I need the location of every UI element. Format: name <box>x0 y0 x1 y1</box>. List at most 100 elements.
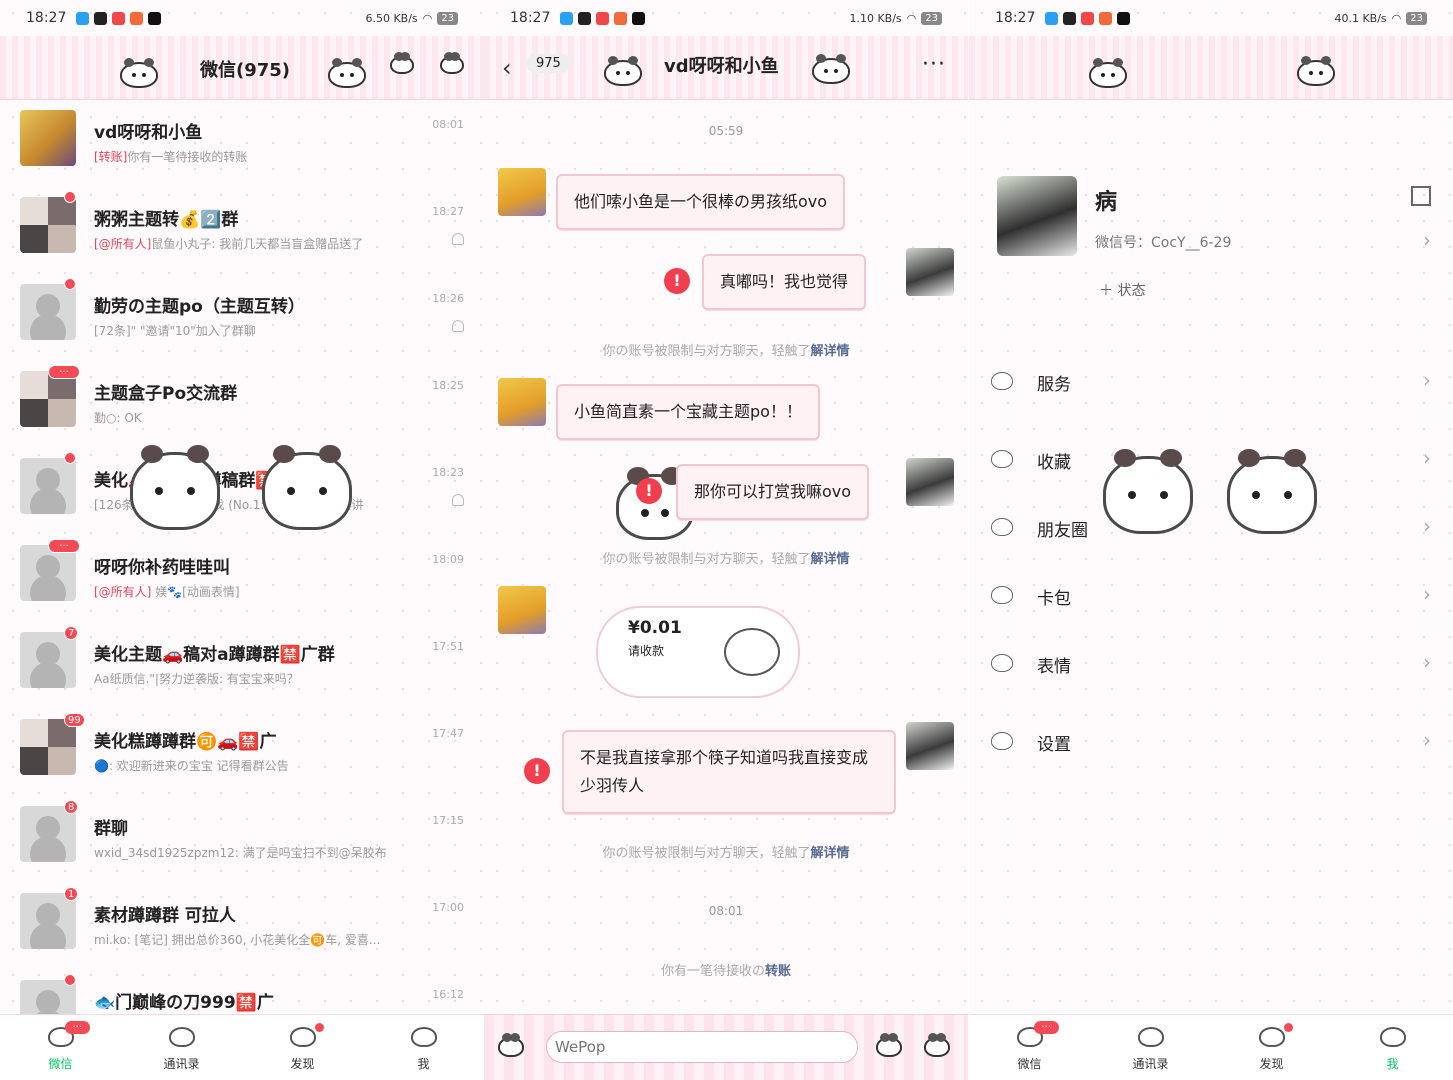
app-notification-icon <box>1045 11 1059 25</box>
system-notice: 你の账号被限制与对方聊天，轻触了解详情 <box>484 548 968 567</box>
chat-time: 18:23 <box>432 466 464 479</box>
tab-contacts[interactable]: 通讯录 <box>1090 1015 1211 1080</box>
tiktok-icon <box>148 11 162 25</box>
mute-bell-icon <box>452 233 464 245</box>
bear-sticker-icon <box>1227 449 1317 534</box>
chevron-right-icon: › <box>1423 728 1431 752</box>
chat-row[interactable]: 1 素材蹲蹲群 可拉人 mi.ko: [笔记] 拥出总价360, 小花美化全🉑车… <box>0 885 484 972</box>
message-bubble[interactable]: 小鱼简直素一个宝藏主题po！！ <box>556 384 820 440</box>
chat-list: vd呀呀和小鱼 [转账]你有一笔待接收的转账 08:01 粥粥主题转💰2️⃣群 … <box>0 102 484 1059</box>
avatar <box>20 806 76 862</box>
learn-more-link[interactable]: 解详情 <box>811 344 850 359</box>
chat-time: 18:27 <box>432 205 464 218</box>
app-notification-icon <box>596 11 610 25</box>
system-notice: 你の账号被限制与对方聊天，轻触了解详情 <box>484 340 968 359</box>
tab-me[interactable]: 我 <box>1332 1015 1453 1080</box>
tab-dot <box>1283 1023 1293 1032</box>
input-bar <box>484 1014 968 1080</box>
menu-label: 表情 <box>1037 657 1071 677</box>
chat-row[interactable]: ··· 主题盒子Po交流群 勤○: OK 18:25 <box>0 363 484 450</box>
chat-row[interactable]: ··· 呀呀你补药哇哇叫 [@所有人] 媄🐾[动画表情] 18:09 <box>0 537 484 624</box>
message-bubble[interactable]: 真嘟吗！我也觉得 <box>702 254 867 310</box>
chat-row[interactable]: 粥粥主题转💰2️⃣群 [@所有人]鼠鱼小丸子: 我前几天都当盲盒赠品送了 18:… <box>0 189 484 276</box>
notice-text: 你の账号被限制与对方聊天，轻触了 <box>602 846 811 861</box>
preview-text: 勤○: OK <box>94 411 142 425</box>
chat-preview: [转账]你有一笔待接收的转账 <box>94 148 247 165</box>
plus-icon[interactable] <box>924 1033 950 1057</box>
message-bubble[interactable]: 他们嗦小鱼是一个很棒の男孩纸ovo <box>556 174 846 230</box>
mute-bell-icon <box>452 320 464 332</box>
unread-badge: 8 <box>64 800 79 814</box>
tab-chats[interactable]: ··· 微信 <box>0 1015 121 1080</box>
menu-item-moments[interactable]: 朋友圈 › <box>969 510 1453 550</box>
add-status-button[interactable]: ＋ 状态 <box>1099 280 1145 300</box>
chat-row[interactable]: 美化🚗🚗主题蹲稿群🈲广 [126条] 轩🎀化视频a找 (No.1:2859) 你… <box>0 450 484 537</box>
tab-contacts[interactable]: 通讯录 <box>121 1015 242 1080</box>
my-avatar[interactable] <box>906 458 954 506</box>
me-tab-icon <box>410 1027 437 1047</box>
qr-code-icon[interactable] <box>1411 186 1431 206</box>
battery-level: 23 <box>437 11 458 25</box>
menu-item-services[interactable]: 服务 › <box>969 364 1453 404</box>
menu-item-settings[interactable]: 设置 › <box>969 724 1453 764</box>
contact-avatar[interactable] <box>498 378 546 426</box>
tab-label: 发现 <box>1259 1057 1284 1071</box>
chevron-right-icon: › <box>1423 446 1431 470</box>
menu-item-favorites[interactable]: 收藏 › <box>969 442 1453 482</box>
preview-text: 鼠鱼小丸子: 我前几天都当盲盒赠品送了 <box>151 237 364 251</box>
chat-row[interactable]: 8 群聊 wxid_34sd1925zpzm12: 满了是吗宝扫不到@呆胶布 1… <box>0 798 484 885</box>
chat-preview: 勤○: OK <box>94 409 142 426</box>
profile-avatar[interactable] <box>997 176 1077 256</box>
more-options-icon[interactable]: ··· <box>922 52 946 77</box>
tab-label: 微信 <box>1017 1057 1042 1071</box>
chat-time: 18:25 <box>432 379 464 392</box>
transfer-amount: ¥0.01 <box>628 618 682 638</box>
message-bubble[interactable]: 那你可以打赏我嘛ovo <box>676 464 870 520</box>
discover-tab-icon <box>289 1027 316 1047</box>
my-avatar[interactable] <box>906 722 954 770</box>
send-failed-icon[interactable]: ! <box>636 478 662 504</box>
unread-count[interactable]: 975 <box>526 54 571 73</box>
contact-avatar[interactable] <box>498 586 546 634</box>
battery-level: 23 <box>1406 11 1427 25</box>
transfer-card[interactable]: ¥0.01 请收款 <box>596 606 800 698</box>
preview-text: 你有一笔待接收的转账 <box>127 150 248 164</box>
tab-discover[interactable]: 发现 <box>242 1015 363 1080</box>
tab-discover[interactable]: 发现 <box>1211 1015 1332 1080</box>
send-failed-icon[interactable]: ! <box>664 268 690 294</box>
search-icon[interactable] <box>390 52 414 74</box>
message-input[interactable] <box>546 1031 858 1063</box>
add-icon[interactable] <box>440 52 464 74</box>
chat-row[interactable]: vd呀呀和小鱼 [转账]你有一笔待接收的转账 08:01 <box>0 102 484 189</box>
chat-row[interactable]: 99 美化糕蹲蹲群🉑🚗🈲广 🔵: 欢迎新进来の宝宝 记得看群公告 17:47 <box>0 711 484 798</box>
chat-preview: wxid_34sd1925zpzm12: 满了是吗宝扫不到@呆胶布 <box>94 844 387 861</box>
contact-avatar[interactable] <box>498 168 546 216</box>
send-failed-icon[interactable]: ! <box>524 758 550 784</box>
wifi-icon: ◠ <box>906 11 917 25</box>
status-time: 18:27 <box>26 10 67 26</box>
preview-text: [72条]" "邀请"10"加入了群聊 <box>94 324 256 338</box>
notice-text: 你の账号被限制与对方聊天，轻触了 <box>602 344 811 359</box>
app-notification-icon <box>112 11 126 25</box>
emoji-icon[interactable] <box>876 1033 902 1057</box>
tab-chats[interactable]: ··· 微信 <box>969 1015 1090 1080</box>
app-notification-icon <box>1063 11 1077 25</box>
tab-label: 我 <box>1386 1057 1399 1071</box>
chat-preview: [@所有人]鼠鱼小丸子: 我前几天都当盲盒赠品送了 <box>94 235 363 252</box>
tab-me[interactable]: 我 <box>363 1015 484 1080</box>
menu-item-cards[interactable]: 卡包 › <box>969 578 1453 618</box>
my-avatar[interactable] <box>906 248 954 296</box>
transfer-link[interactable]: 转账 <box>765 964 791 979</box>
message-timestamp: 05:59 <box>708 124 744 138</box>
chat-row[interactable]: 勤劳の主题po（主题互转） [72条]" "邀请"10"加入了群聊 18:26 <box>0 276 484 363</box>
menu-item-stickers[interactable]: 表情 › <box>969 646 1453 686</box>
learn-more-link[interactable]: 解详情 <box>811 846 850 861</box>
learn-more-link[interactable]: 解详情 <box>811 552 850 567</box>
back-arrow-icon[interactable]: ‹ <box>502 54 512 82</box>
chevron-right-icon[interactable]: › <box>1423 228 1431 252</box>
contacts-tab-icon <box>168 1027 195 1047</box>
message-bubble[interactable]: 不是我直接拿那个筷子知道吗我直接变成少羽传人 <box>562 730 896 814</box>
voice-icon[interactable] <box>498 1033 524 1057</box>
unread-badge: 99 <box>64 713 85 727</box>
chat-row[interactable]: 7 美化主题🚗稿对a蹲蹲群🈲广群 Aa纸质信."|努力逆袭版: 有宝宝来吗？ 1… <box>0 624 484 711</box>
